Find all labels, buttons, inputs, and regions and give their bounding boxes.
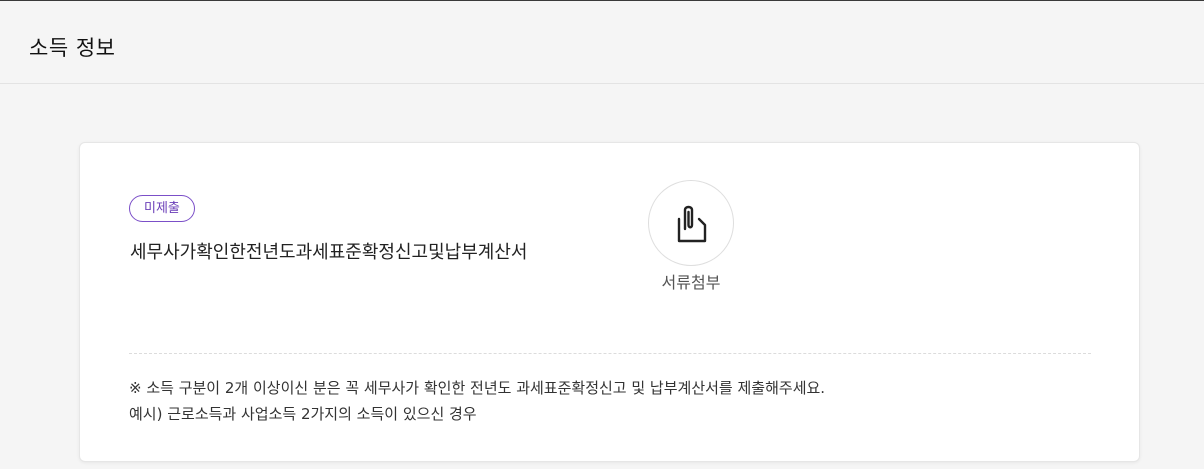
attach-document-button[interactable]: 서류첨부	[646, 180, 736, 300]
section-title: 소득 정보	[29, 36, 116, 60]
notice-line-2: 예시) 근로소득과 사업소득 2가지의 소득이 있으신 경우	[129, 405, 477, 423]
document-card: 미제출 세무사가확인한전년도과세표준확정신고및납부계산서 서류첨부 ※ 소득 구…	[79, 142, 1140, 462]
attach-label[interactable]: 서류첨부	[646, 272, 736, 294]
attach-icon-circle[interactable]	[648, 180, 734, 266]
dashed-divider	[129, 353, 1091, 354]
section-header: 소득 정보	[0, 1, 1204, 84]
paperclip-document-icon	[677, 205, 707, 243]
notice-text: ※ 소득 구분이 2개 이상이신 분은 꼭 세무사가 확인한 전년도 과세표준확…	[129, 375, 825, 427]
notice-line-1: ※ 소득 구분이 2개 이상이신 분은 꼭 세무사가 확인한 전년도 과세표준확…	[129, 379, 826, 397]
document-title: 세무사가확인한전년도과세표준확정신고및납부계산서	[130, 242, 528, 263]
status-badge: 미제출	[129, 195, 195, 222]
